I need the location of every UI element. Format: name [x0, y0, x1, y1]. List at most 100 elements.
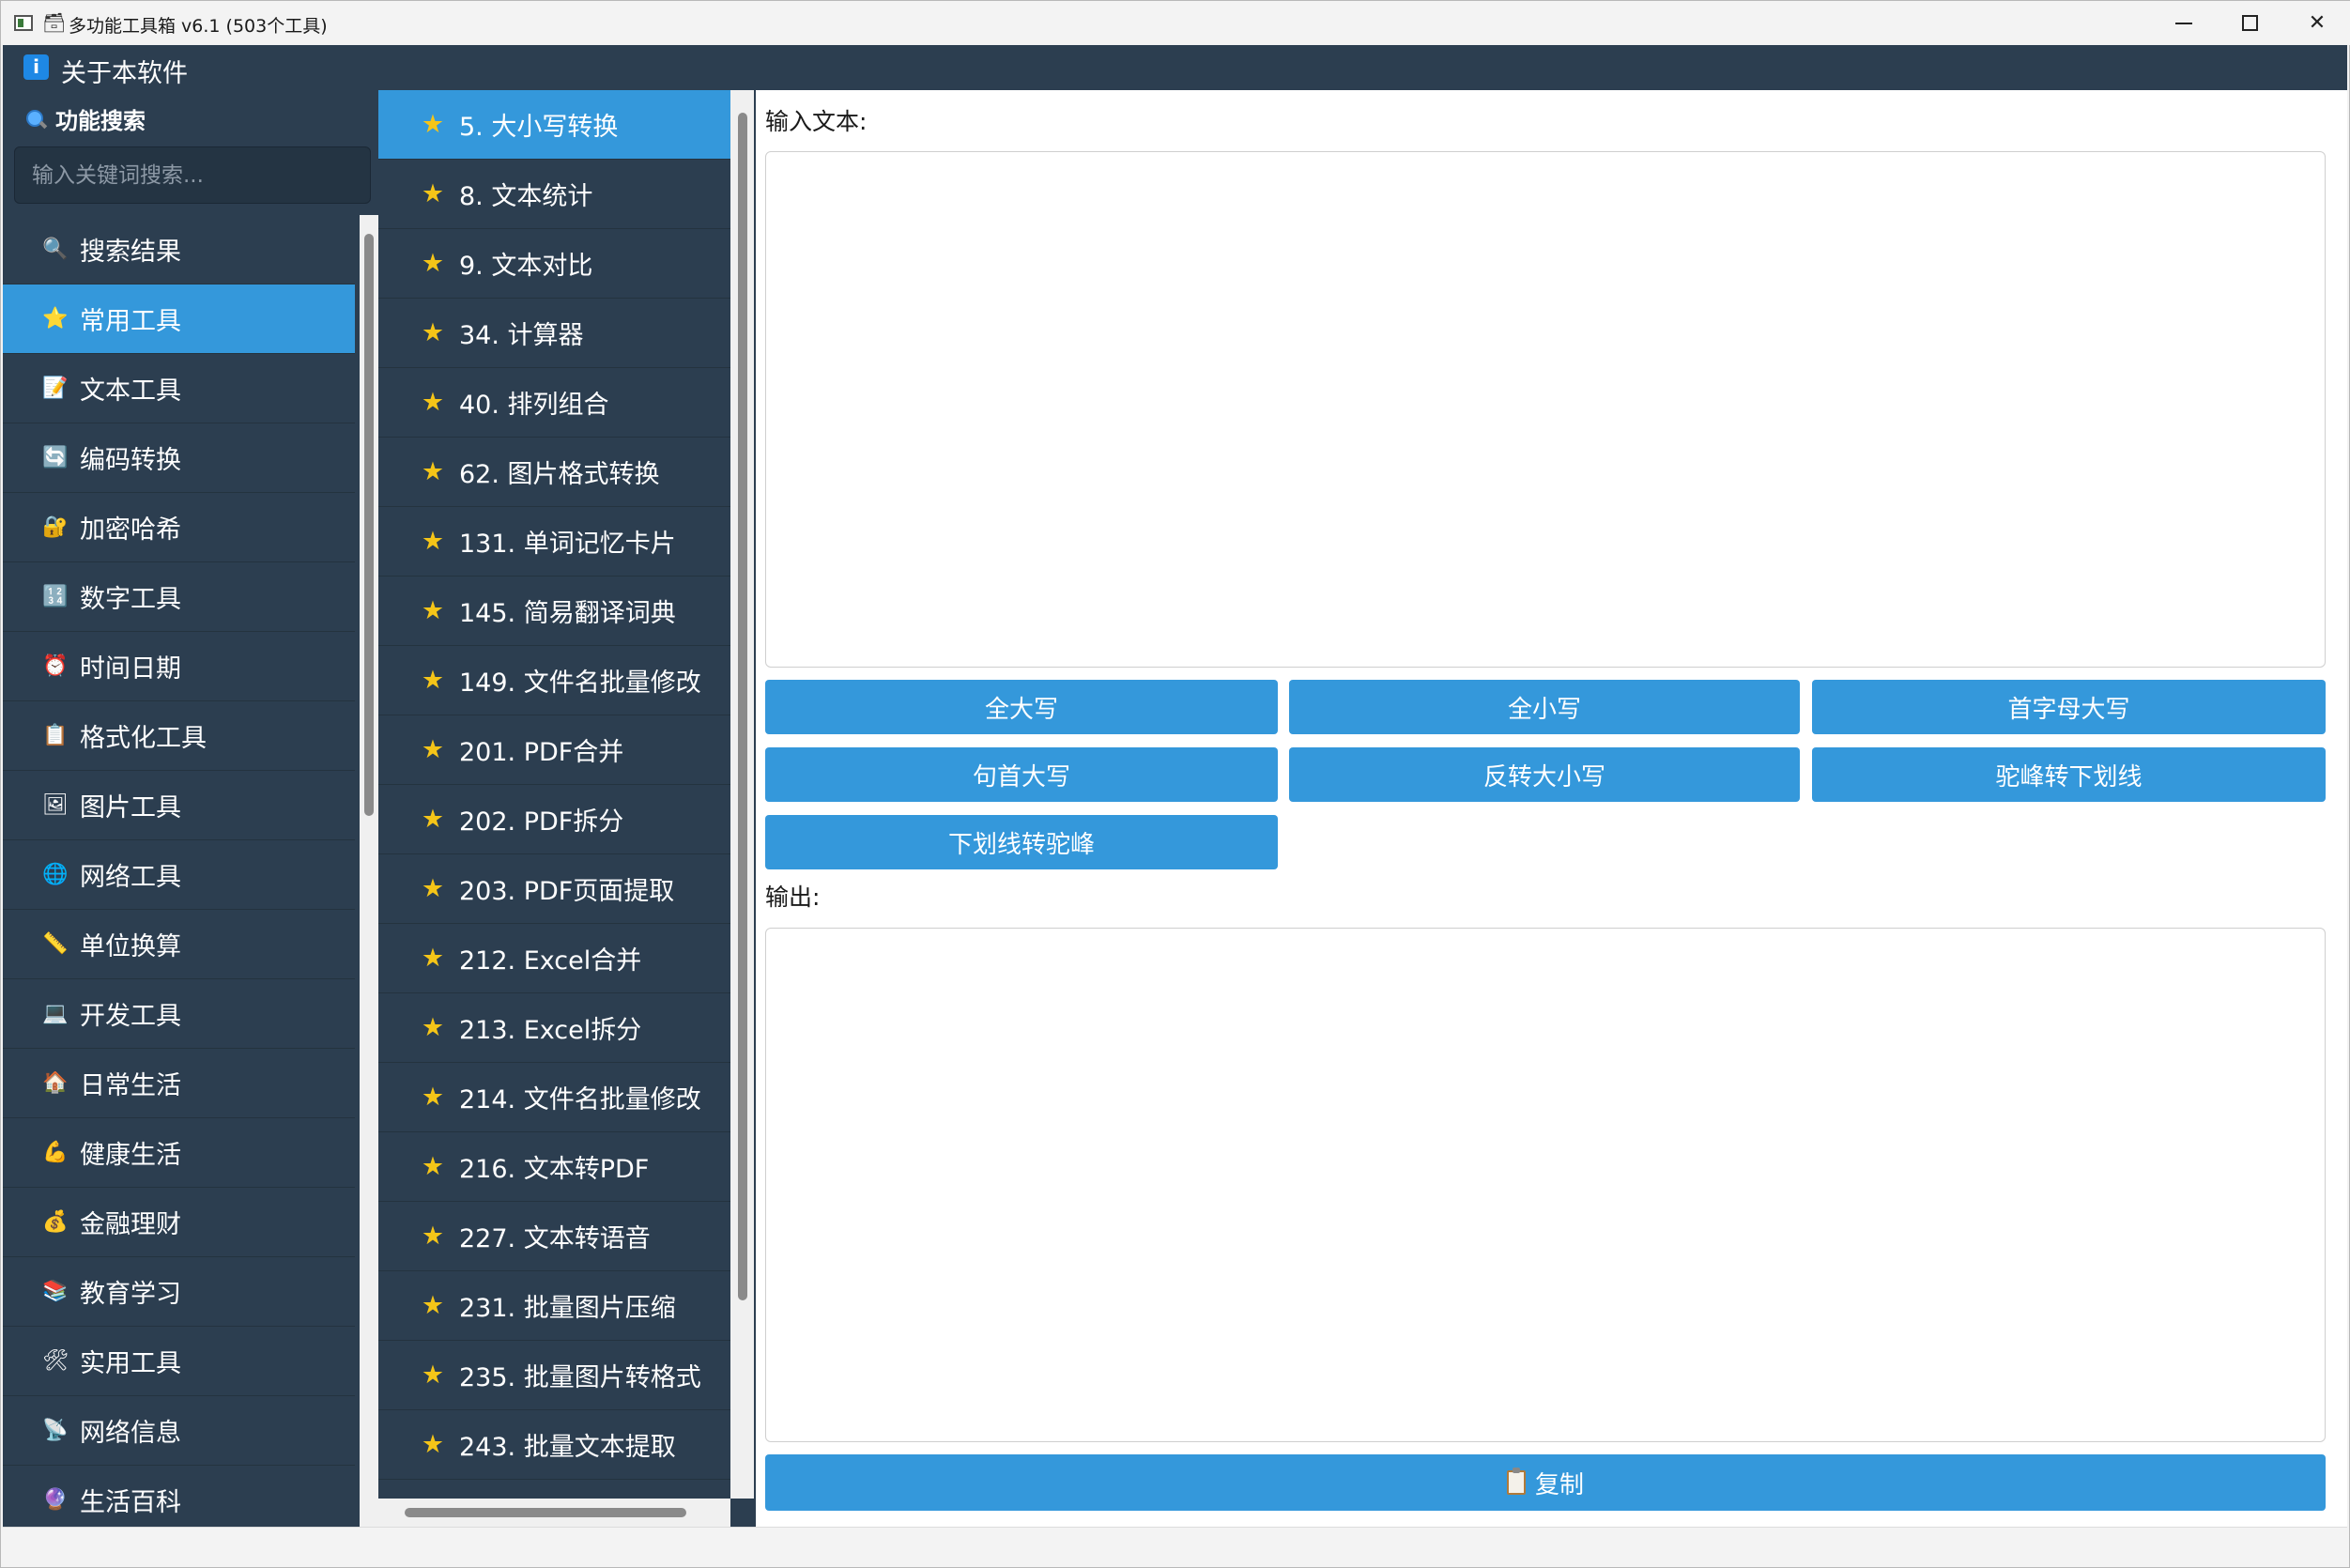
category-item[interactable]: 🔮 生活百科: [3, 1466, 355, 1535]
app-window: 🗃 多功能工具箱 v6.1 (503个工具) ✕ i 关于本软件 功能搜索 🔍 搜…: [0, 0, 2350, 1568]
tool-label: 62. 图片格式转换: [459, 460, 660, 489]
tool-item[interactable]: ★ 149. 文件名批量修改: [378, 646, 730, 715]
tool-item[interactable]: ★ 201. PDF合并: [378, 715, 730, 785]
category-scrollbar[interactable]: [360, 215, 378, 1527]
category-icon: 🔢: [42, 585, 69, 608]
tool-label: 40. 排列组合: [459, 391, 609, 420]
category-item[interactable]: 💪 健康生活: [3, 1118, 355, 1188]
uppercase-button[interactable]: 全大写: [765, 680, 1278, 734]
tool-list-horizontal-thumb[interactable]: [405, 1508, 686, 1517]
category-item[interactable]: 📝 文本工具: [3, 354, 355, 423]
search-input[interactable]: [14, 146, 371, 204]
category-icon: 🔍: [42, 238, 69, 261]
category-item[interactable]: 📏 单位换算: [3, 910, 355, 979]
tool-item[interactable]: ★ 34. 计算器: [378, 299, 730, 368]
category-label: 开发工具: [80, 1002, 181, 1031]
category-item[interactable]: 🔍 搜索结果: [3, 215, 355, 284]
minimize-icon: [2175, 22, 2192, 24]
category-label: 数字工具: [80, 585, 181, 614]
category-item[interactable]: 🌐 网络工具: [3, 840, 355, 910]
title-bar: 🗃 多功能工具箱 v6.1 (503个工具) ✕: [1, 1, 2350, 45]
category-item[interactable]: 🖼 图片工具: [3, 771, 355, 840]
tool-item[interactable]: ★ 62. 图片格式转换: [378, 438, 730, 507]
category-icon: 📚: [42, 1280, 69, 1303]
category-label: 图片工具: [80, 793, 181, 822]
tool-item[interactable]: ★ 8. 文本统计: [378, 160, 730, 229]
minimize-button[interactable]: [2151, 1, 2217, 45]
category-scrollbar-thumb[interactable]: [364, 234, 374, 816]
category-item[interactable]: 🏠 日常生活: [3, 1049, 355, 1118]
tool-list-vertical-scrollbar[interactable]: [730, 90, 754, 1499]
category-label: 搜索结果: [80, 238, 181, 267]
tool-item[interactable]: ★ 202. PDF拆分: [378, 785, 730, 854]
category-icon: 🌐: [42, 863, 69, 886]
tool-item[interactable]: ★ 5. 大小写转换: [378, 90, 730, 160]
tool-list-vertical-thumb[interactable]: [738, 113, 747, 1300]
tool-list-panel: ★ 5. 大小写转换 ★ 8. 文本统计 ★ 9. 文本对比 ★ 34. 计算器 ★ 40. 排列…: [378, 90, 754, 1527]
tool-item[interactable]: ★ 235. 批量图片转格式: [378, 1341, 730, 1410]
category-item[interactable]: 📋 格式化工具: [3, 701, 355, 771]
tool-item[interactable]: ★ 216. 文本转PDF: [378, 1132, 730, 1202]
about-menu-item[interactable]: 关于本软件: [61, 53, 188, 89]
category-item[interactable]: ⏰ 时间日期: [3, 632, 355, 701]
tool-label: 145. 简易翻译词典: [459, 599, 676, 628]
copy-button[interactable]: 复制: [765, 1454, 2326, 1511]
camel-to-snake-button[interactable]: 驼峰转下划线: [1812, 747, 2326, 802]
category-item[interactable]: 💻 开发工具: [3, 979, 355, 1049]
star-icon: ★: [421, 1083, 445, 1112]
category-label: 时间日期: [80, 654, 181, 684]
category-icon: 🔮: [42, 1488, 69, 1512]
tool-item[interactable]: ★ 40. 排列组合: [378, 368, 730, 438]
category-item[interactable]: 🔢 数字工具: [3, 562, 355, 632]
category-label: 日常生活: [80, 1071, 181, 1100]
tool-item[interactable]: ★ 9. 文本对比: [378, 229, 730, 299]
window-title: 多功能工具箱 v6.1 (503个工具): [69, 16, 328, 37]
category-item[interactable]: 🔐 加密哈希: [3, 493, 355, 562]
snake-to-camel-button[interactable]: 下划线转驼峰: [765, 815, 1278, 869]
category-item[interactable]: 📚 教育学习: [3, 1257, 355, 1327]
category-label: 文本工具: [80, 377, 181, 406]
star-icon: ★: [421, 1360, 445, 1390]
sentence-case-button[interactable]: 句首大写: [765, 747, 1278, 802]
category-item[interactable]: ⭐ 常用工具: [3, 284, 355, 354]
category-item[interactable]: 💰 金融理财: [3, 1188, 355, 1257]
tool-item[interactable]: ★ 131. 单词记忆卡片: [378, 507, 730, 576]
category-item[interactable]: 📡 网络信息: [3, 1396, 355, 1466]
star-icon: ★: [421, 1430, 445, 1459]
category-item[interactable]: 🔄 编码转换: [3, 423, 355, 493]
menu-bar: i 关于本软件: [3, 45, 2347, 90]
category-icon: 🏠: [42, 1071, 69, 1095]
star-icon: ★: [421, 805, 445, 834]
tool-item[interactable]: ★ 203. PDF页面提取: [378, 854, 730, 924]
maximize-button[interactable]: [2217, 1, 2282, 45]
input-textarea[interactable]: [765, 151, 2326, 668]
info-icon: i: [23, 54, 49, 80]
star-icon: ★: [421, 1152, 445, 1181]
tool-list-horizontal-scrollbar[interactable]: [378, 1499, 730, 1527]
category-item[interactable]: 🛠 实用工具: [3, 1327, 355, 1396]
star-icon: ★: [421, 874, 445, 903]
close-button[interactable]: ✕: [2284, 1, 2350, 45]
tool-item[interactable]: ★ 212. Excel合并: [378, 924, 730, 993]
star-icon: ★: [421, 249, 445, 278]
tool-item[interactable]: ★ 213. Excel拆分: [378, 993, 730, 1063]
tool-label: 131. 单词记忆卡片: [459, 530, 676, 559]
tool-item[interactable]: ★ 145. 简易翻译词典: [378, 576, 730, 646]
category-icon: 📋: [42, 724, 69, 747]
tool-label: 216. 文本转PDF: [459, 1155, 650, 1184]
category-icon: 📡: [42, 1419, 69, 1442]
tool-label: 8. 文本统计: [459, 182, 593, 211]
tool-label: 212. Excel合并: [459, 946, 642, 976]
output-textarea[interactable]: [765, 928, 2326, 1442]
capitalize-button[interactable]: 首字母大写: [1812, 680, 2326, 734]
tool-item[interactable]: ★ 231. 批量图片压缩: [378, 1271, 730, 1341]
tool-item[interactable]: ★ 227. 文本转语音: [378, 1202, 730, 1271]
tool-label: 202. PDF拆分: [459, 807, 624, 837]
tool-label: 34. 计算器: [459, 321, 584, 350]
tool-label: 213. Excel拆分: [459, 1016, 642, 1045]
category-icon: 🔄: [42, 446, 69, 469]
swap-case-button[interactable]: 反转大小写: [1289, 747, 1800, 802]
tool-item[interactable]: ★ 243. 批量文本提取: [378, 1410, 730, 1480]
lowercase-button[interactable]: 全小写: [1289, 680, 1800, 734]
tool-item[interactable]: ★ 214. 文件名批量修改: [378, 1063, 730, 1132]
